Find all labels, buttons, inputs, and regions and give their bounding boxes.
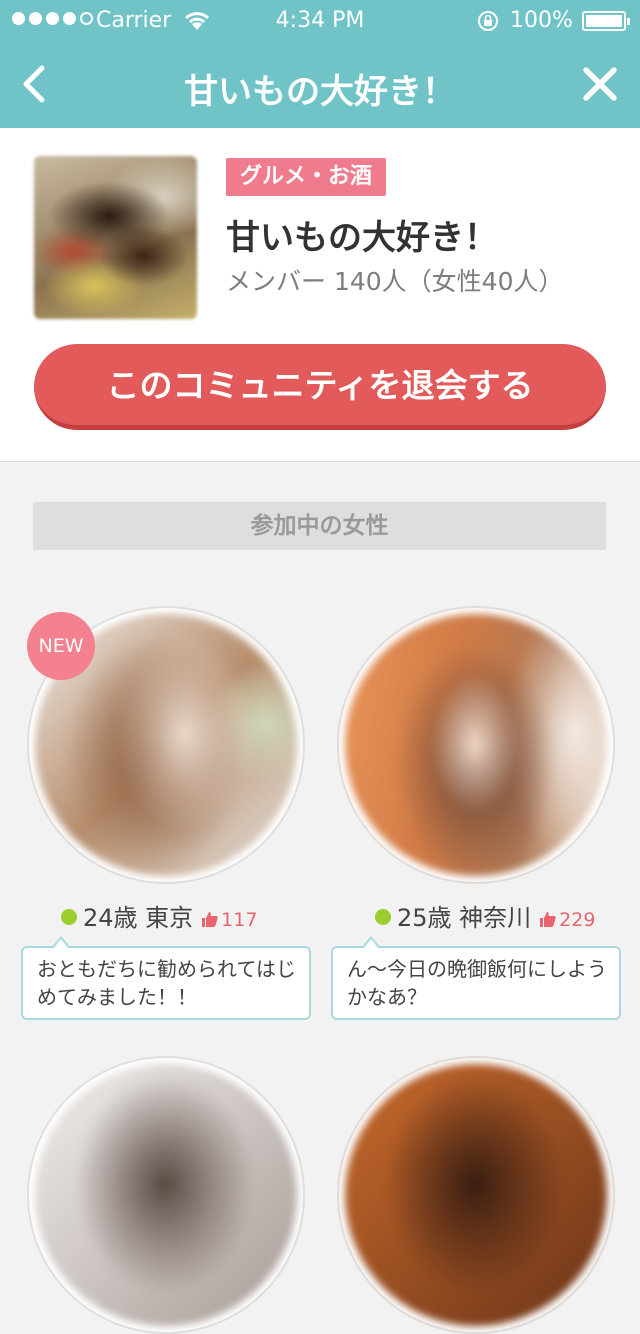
close-icon[interactable] [580,64,620,104]
leave-community-button[interactable]: このコミュニティを退会する [34,344,606,430]
member-age-location: 25歳 神奈川 [397,904,532,932]
member-info: 24歳 東京 117 [61,898,257,933]
member-avatar[interactable] [337,606,615,884]
member-count: メンバー 140人（女性40人） [226,267,564,296]
member-avatar[interactable] [337,1056,615,1334]
status-bar: Carrier 4:34 PM 100% [0,0,640,40]
category-badge: グルメ・お酒 [226,158,387,196]
member-message-bubble: おともだちに勧められてはじめてみました！！ [21,936,311,1020]
member-avatar[interactable] [27,1056,305,1334]
like-count: 117 [201,909,257,931]
member-age-location: 24歳 東京 [83,904,194,932]
rotation-lock-icon [478,11,498,31]
member-message-bubble: ん〜今日の晩御飯何にしようかなあ？ [331,936,621,1020]
back-chevron-icon[interactable] [14,62,58,106]
new-badge: NEW [27,612,95,680]
section-header: 参加中の女性 [33,502,606,550]
community-header: グルメ・お酒 甘いもの大好き！ メンバー 140人（女性40人） このコミュニテ… [0,128,640,462]
battery-percentage: 100% [510,8,573,33]
community-name: 甘いもの大好き！ [226,218,498,258]
like-count-value: 117 [221,909,258,931]
member-info: 25歳 神奈川 229 [375,898,595,933]
online-status-icon [61,909,77,925]
thumbs-up-icon [202,912,218,927]
like-count: 229 [539,909,595,931]
community-thumbnail [34,156,197,319]
battery-icon [582,11,630,31]
online-status-icon [375,909,391,925]
page-title: 甘いもの大好き！ [184,72,456,112]
like-count-value: 229 [559,909,596,931]
thumbs-up-icon [540,912,556,927]
navigation-bar: 甘いもの大好き！ [0,40,640,128]
